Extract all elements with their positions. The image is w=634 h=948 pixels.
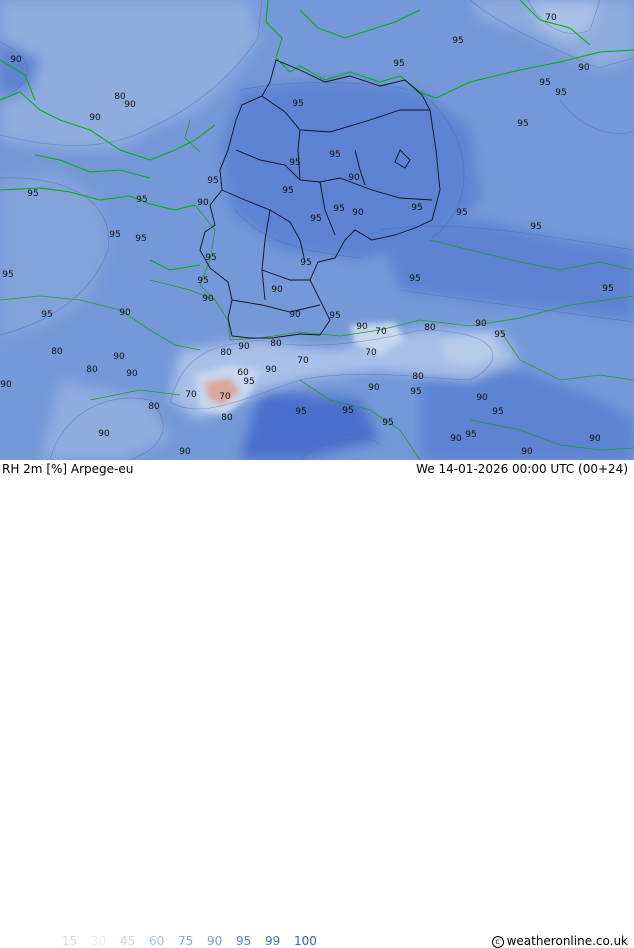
contour-label: 95 [465, 430, 476, 440]
contour-label: 95 [530, 222, 541, 232]
contour-label: 90 [10, 55, 22, 65]
contour-label: 90 [124, 100, 136, 110]
contour-label: 80 [270, 339, 282, 349]
contour-label: 95 [342, 406, 353, 416]
contour-label: 95 [602, 284, 613, 294]
contour-label: 95 [205, 253, 216, 263]
contour-label: 95 [409, 274, 420, 284]
contour-label: 70 [297, 356, 309, 366]
contour-label: 95 [411, 203, 422, 213]
contour-label: 70 [365, 348, 377, 358]
legend-level-45: 45 [120, 934, 136, 948]
contour-label: 90 [89, 113, 101, 123]
map-canvas: 709590 95 9095958090 95909595959095959595 90… [0, 0, 634, 460]
contour-label: 90 [521, 447, 533, 457]
contour-label: 90 [0, 380, 12, 390]
contour-label: 95 [41, 310, 52, 320]
contour-label: 90 [113, 352, 125, 362]
contour-label: 90 [578, 63, 590, 73]
contour-label: 95 [135, 234, 146, 244]
legend-level-90: 90 [207, 934, 223, 948]
contour-label: 90 [589, 434, 601, 444]
contour-label: 90 [126, 369, 138, 379]
contour-label: 90 [476, 393, 488, 403]
product-label: RH 2m [%] Arpege-eu [2, 462, 134, 476]
contour-label: 95 [393, 59, 404, 69]
contour-label: 90 [356, 322, 368, 332]
contour-label: 95 [2, 270, 13, 280]
contour-label: 90 [368, 383, 380, 393]
footer-bar: RH 2m [%] Arpege-eu We 14-01-2026 00:00 … [0, 460, 634, 948]
contour-label: 80 [424, 323, 436, 333]
contour-label: 90 [289, 310, 301, 320]
valid-time-label: We 14-01-2026 00:00 UTC (00+24) [416, 462, 628, 476]
contour-label: 90 [450, 434, 462, 444]
contour-label: 95 [329, 150, 340, 160]
contour-label: 90 [271, 285, 283, 295]
humidity-map: 70 95 90 95 90 95 95 80 90 95 90 95 95 95 90 95 95 95 95 90… [0, 0, 634, 460]
contour-label: 90 [475, 319, 487, 329]
contour-label: 80 [86, 365, 98, 375]
legend-level-60: 60 [149, 934, 165, 948]
legend-level-30: 30 [91, 934, 107, 948]
contour-label: 95 [243, 377, 254, 387]
contour-label: 80 [51, 347, 63, 357]
contour-label: 95 [27, 189, 38, 199]
contour-label: 95 [492, 407, 503, 417]
contour-label: 95 [329, 311, 340, 321]
contour-label: 70 [219, 392, 231, 402]
contour-label: 70 [185, 390, 197, 400]
contour-label: 95 [292, 99, 303, 109]
contour-label: 95 [517, 119, 528, 129]
contour-label: 80 [148, 402, 160, 412]
copyright[interactable]: c weatheronline.co.uk [491, 934, 628, 948]
contour-label: 90 [119, 308, 131, 318]
contour-label: 95 [539, 78, 550, 88]
contour-label: 90 [98, 429, 110, 439]
contour-label: 95 [452, 36, 463, 46]
contour-label: 90 [197, 198, 209, 208]
copyright-text: weatheronline.co.uk [506, 934, 628, 948]
contour-label: 95 [456, 208, 467, 218]
contour-label: 95 [295, 407, 306, 417]
contour-label: 70 [545, 13, 557, 23]
contour-label: 90 [238, 342, 250, 352]
contour-label: 95 [410, 387, 421, 397]
copyright-icon: c [491, 936, 504, 948]
contour-label: 95 [109, 230, 120, 240]
contour-label: 80 [221, 413, 233, 423]
legend-level-100: 100 [294, 934, 317, 948]
contour-label: 95 [494, 330, 505, 340]
contour-label: 90 [265, 365, 277, 375]
contour-label: 95 [289, 158, 300, 168]
contour-label: 80 [412, 372, 424, 382]
contour-label: 95 [300, 258, 311, 268]
contour-label: 90 [348, 173, 360, 183]
contour-label: 95 [555, 88, 566, 98]
legend-level-95: 95 [236, 934, 252, 948]
contour-label: 90 [352, 208, 364, 218]
contour-label: 90 [202, 294, 214, 304]
legend-level-75: 75 [178, 934, 194, 948]
legend-level-15: 15 [62, 934, 78, 948]
contour-label: 95 [207, 176, 218, 186]
contour-label: 90 [179, 447, 191, 457]
legend-level-99: 99 [265, 934, 281, 948]
contour-label: 80 [220, 348, 232, 358]
contour-label: 70 [375, 327, 387, 337]
color-legend: 15 30 45 60 75 90 95 99 100 [62, 934, 323, 948]
contour-label: 95 [282, 186, 293, 196]
contour-label: 95 [136, 195, 147, 205]
contour-label: 95 [197, 276, 208, 286]
contour-label: 95 [333, 204, 344, 214]
contour-label: 95 [310, 214, 321, 224]
contour-label: 95 [382, 418, 393, 428]
